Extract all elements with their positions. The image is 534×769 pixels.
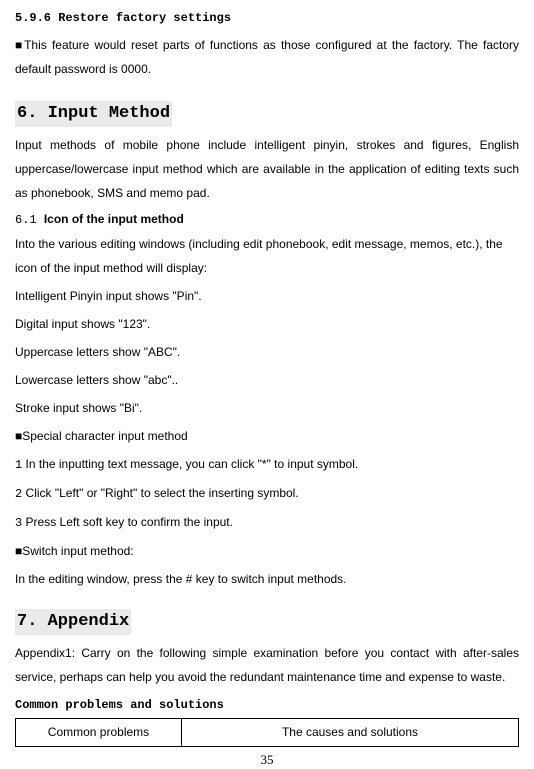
line-61-4: Lowercase letters show "abc".. [15, 368, 519, 392]
para-596: ■This feature would reset parts of funct… [15, 33, 519, 81]
step-text: In the inputting text message, you can c… [22, 457, 358, 471]
special-heading: ■Special character input method [15, 424, 519, 448]
heading-7: 7. Appendix [15, 609, 131, 635]
heading-61: 6.1 Icon of the input method [15, 211, 519, 229]
switch-title: Switch input method: [22, 544, 133, 558]
para-6-intro: Input methods of mobile phone include in… [15, 133, 519, 205]
line-61-2: Digital input shows "123". [15, 312, 519, 336]
para-7: Appendix1: Carry on the following simple… [15, 641, 519, 689]
line-61-3: Uppercase letters show "ABC". [15, 340, 519, 364]
step-1: 1 In the inputting text message, you can… [15, 452, 519, 477]
step-3: 3 Press Left soft key to confirm the inp… [15, 510, 519, 535]
special-title: Special character input method [22, 429, 187, 443]
bullet-square: ■ [15, 38, 24, 52]
switch-heading: ■Switch input method: [15, 539, 519, 563]
step-2: 2 Click "Left" or "Right" to select the … [15, 481, 519, 506]
line-61-1: Intelligent Pinyin input shows "Pin". [15, 284, 519, 308]
step-text: Click "Left" or "Right" to select the in… [22, 486, 298, 500]
h61-title: Icon of the input method [44, 212, 184, 226]
line-61-0: Into the various editing windows (includ… [15, 232, 519, 280]
problems-table: Common problems The causes and solutions [15, 718, 519, 747]
h61-prefix: 6.1 [15, 213, 44, 227]
heading-6: 6. Input Method [15, 101, 172, 127]
table-heading: Common problems and solutions [15, 697, 519, 714]
page-number: 35 [15, 751, 519, 769]
text-596: This feature would reset parts of functi… [15, 38, 519, 76]
heading-596: 5.9.6 Restore factory settings [15, 10, 519, 27]
col-causes: The causes and solutions [181, 718, 518, 746]
switch-text: In the editing window, press the # key t… [15, 567, 519, 591]
col-problems: Common problems [16, 718, 182, 746]
line-61-5: Stroke input shows "Bi". [15, 396, 519, 420]
table-row: Common problems The causes and solutions [16, 718, 519, 746]
step-text: Press Left soft key to confirm the input… [22, 515, 233, 529]
